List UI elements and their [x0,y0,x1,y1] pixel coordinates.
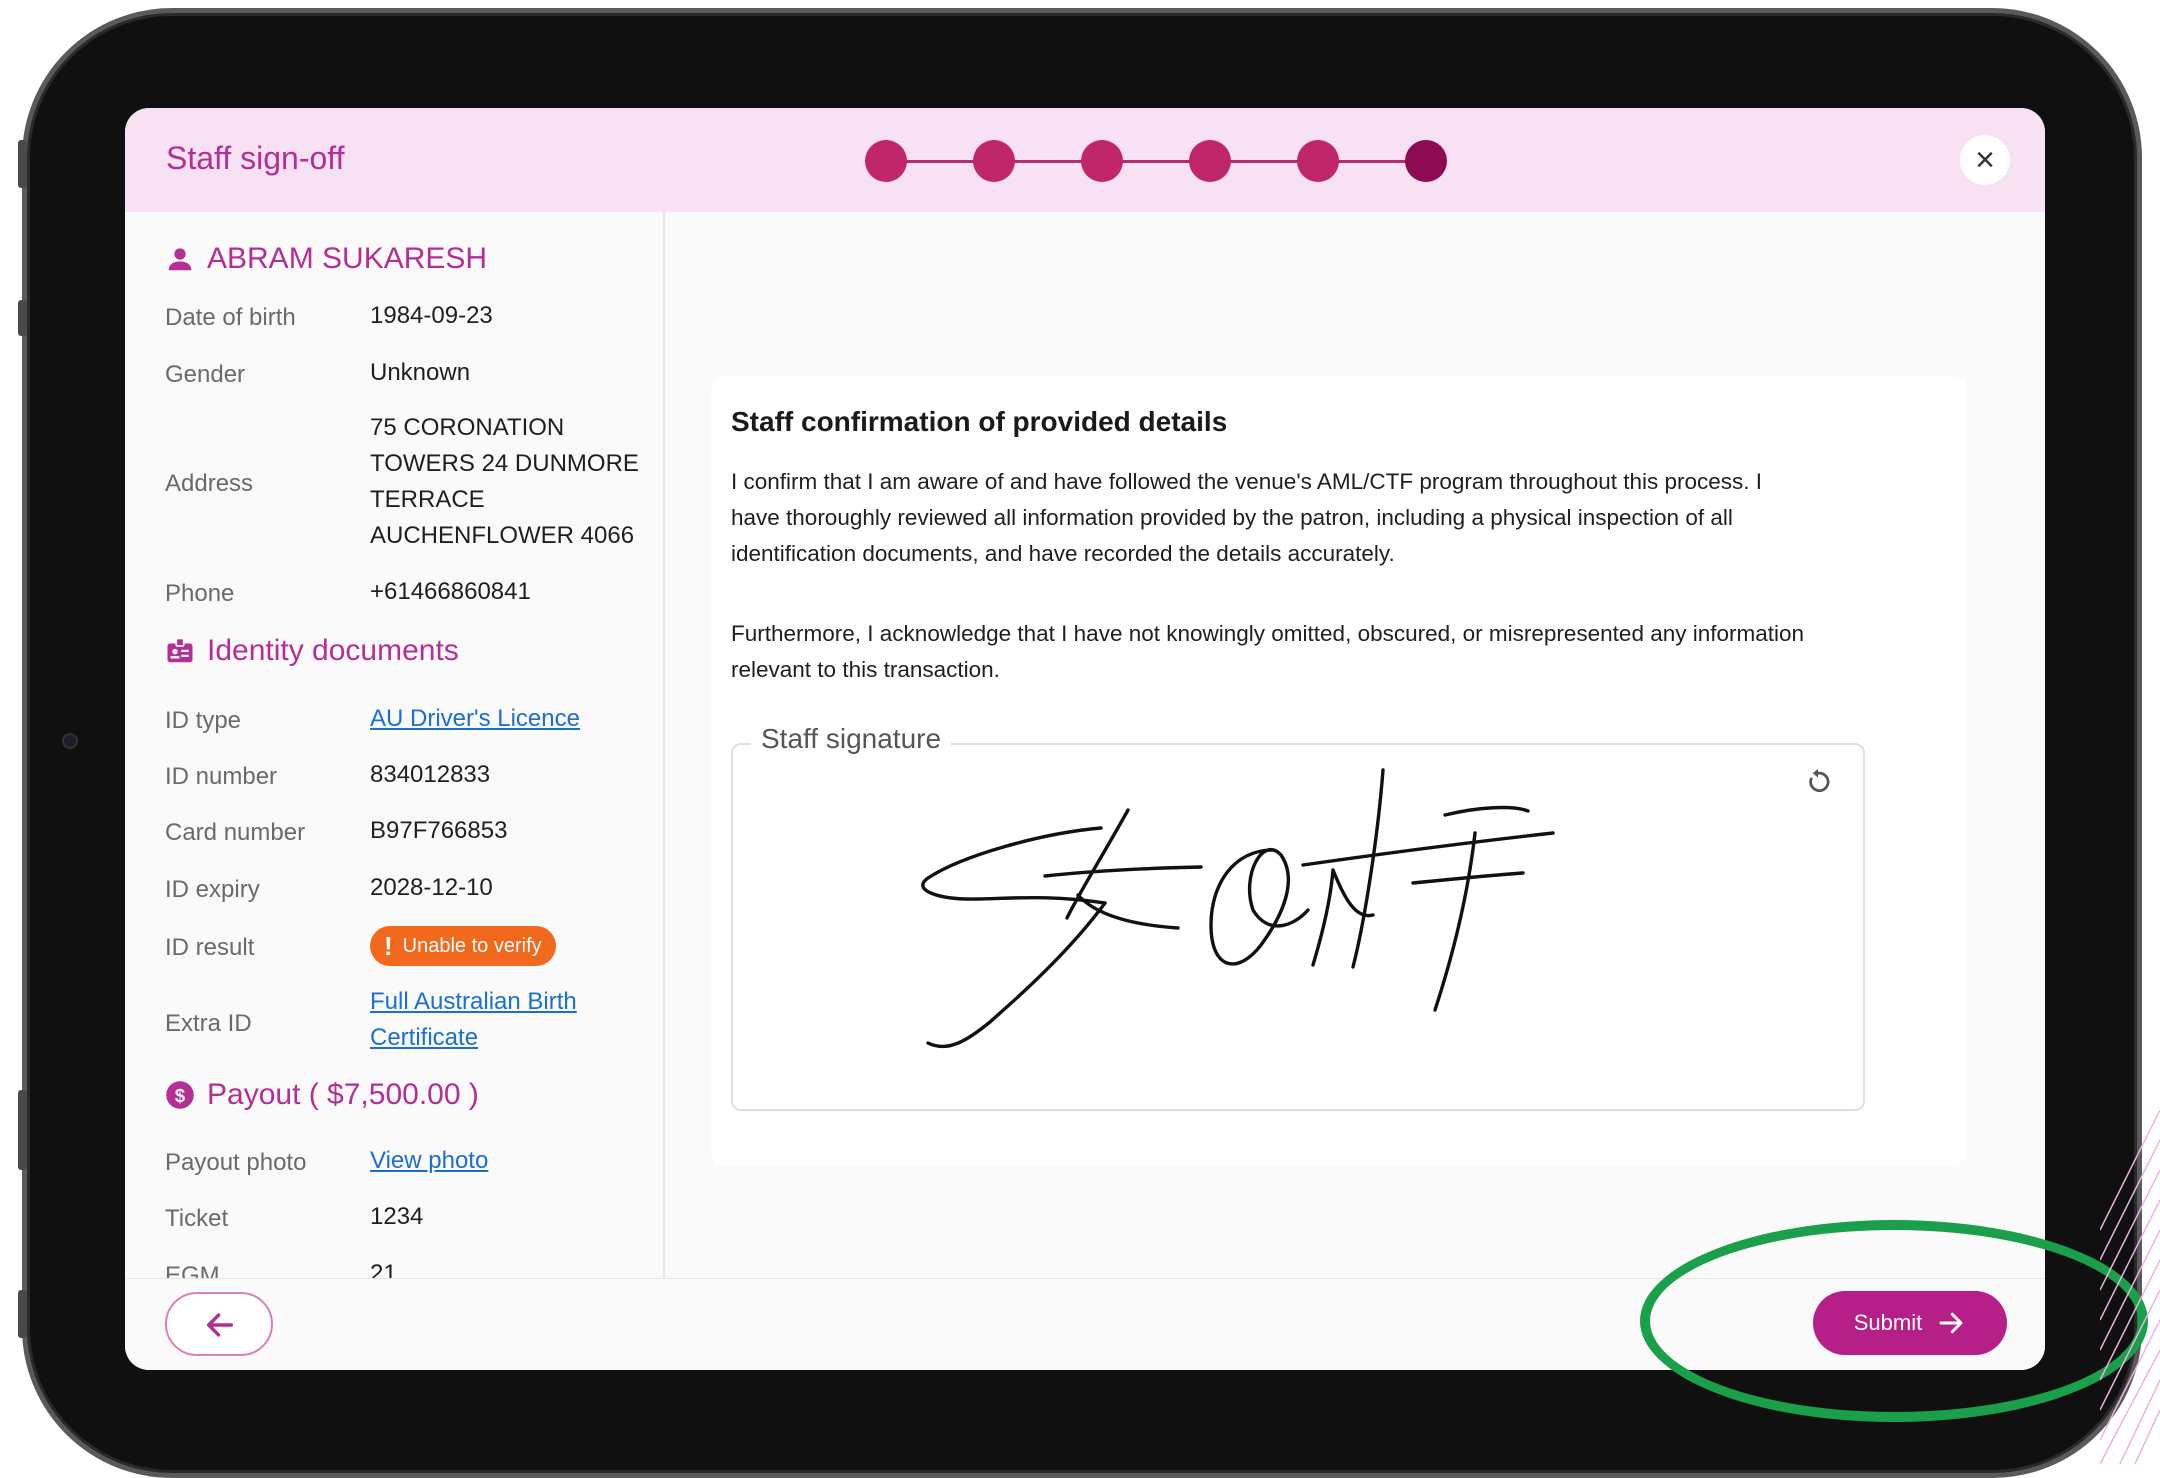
decorative-lines [2100,1110,2160,1464]
arrow-left-icon [206,1313,234,1337]
dollar-circle-icon: $ [166,1081,194,1109]
person-icon [168,248,192,271]
signature-drawing [921,768,1555,1049]
side-button [18,300,27,336]
step-progress [865,140,1447,182]
back-button[interactable] [165,1292,273,1356]
dob-label: Date of birth [165,304,296,331]
confirmation-paragraph-2: Furthermore, I acknowledge that I have n… [731,616,1961,688]
confirmation-title: Staff confirmation of provided details [731,406,1228,437]
dob-value: 1984-09-23 [370,302,493,329]
text-line: relevant to this transaction. [731,657,1000,682]
address-value: 75 CORONATION TOWERS 24 DUNMORE TERRACE … [370,410,639,554]
view-photo-link[interactable]: View photo [370,1143,488,1179]
svg-text:$: $ [175,1085,186,1106]
gender-value: Unknown [370,359,471,386]
confirmation-card: Staff confirmation of provided details I… [711,376,1967,1166]
step-5 [1297,140,1339,182]
phone-label: Phone [165,580,235,607]
address-line: TOWERS 24 DUNMORE [370,450,639,477]
page-title: Staff sign-off [166,140,345,176]
app-screen: Staff sign-off × ABRAM SUKARESH Date of … [125,108,2045,1370]
extra-id-line: Full Australian Birth [370,988,577,1015]
extra-id-line: Certificate [370,1024,479,1051]
phone-value: +61466860841 [370,578,531,605]
egm-label: EGM [165,1262,220,1278]
identity-heading: Identity documents [165,634,459,668]
close-icon: × [1975,141,1995,179]
modal-header: Staff sign-off × [125,108,2045,212]
card-number-value: B97F766853 [370,817,508,844]
confirmation-paragraph-1: I confirm that I am aware of and have fo… [731,464,1961,572]
payout-heading: $ Payout ( $7,500.00 ) [165,1078,479,1112]
step-3 [1081,140,1123,182]
ticket-label: Ticket [165,1205,229,1232]
id-type-label: ID type [165,707,242,734]
step-connector [885,160,1425,163]
text-line: have thoroughly reviewed all information… [731,505,1733,530]
id-expiry-value: 2028-12-10 [370,874,493,901]
submit-highlight-ring [1640,1220,2148,1422]
side-button [18,1090,27,1170]
front-camera [62,733,78,749]
close-button[interactable]: × [1960,135,2010,185]
status-badge: ! Unable to verify [370,926,556,966]
card-number-label: Card number [165,819,306,846]
text-line: I confirm that I am aware of and have fo… [731,469,1763,494]
address-line: AUCHENFLOWER 4066 [370,522,635,549]
id-expiry-label: ID expiry [165,876,260,903]
patron-name-heading: ABRAM SUKARESH [165,242,487,276]
gender-label: Gender [165,361,246,388]
payout-title: Payout ( $7,500.00 ) [207,1078,479,1111]
step-1 [865,140,907,182]
id-result-label: ID result [165,934,255,961]
step-6-current [1405,140,1447,182]
id-badge-icon [167,637,193,663]
details-panel: ABRAM SUKARESH Date of birth 1984-09-23 … [125,212,665,1278]
address-label: Address [165,470,254,497]
payout-photo-label: Payout photo [165,1149,307,1176]
id-number-value: 834012833 [370,761,491,788]
text-line: identification documents, and have recor… [731,541,1395,566]
signature-pad[interactable]: Staff signature [731,723,1865,1111]
step-2 [973,140,1015,182]
address-line: 75 CORONATION [370,414,565,441]
id-number-label: ID number [165,763,278,790]
egm-value: 21 [370,1260,397,1278]
side-button [18,1290,27,1338]
step-4 [1189,140,1231,182]
warning-icon: ! [384,930,393,961]
status-badge-text: Unable to verify [402,934,542,957]
side-button [18,140,27,188]
patron-name: ABRAM SUKARESH [207,242,488,275]
address-line: TERRACE [370,486,485,513]
identity-title: Identity documents [207,634,459,667]
id-type-link[interactable]: AU Driver's Licence [370,701,580,737]
ticket-value: 1234 [370,1203,424,1230]
extra-id-link[interactable]: Full Australian Birth Certificate [370,984,577,1056]
extra-id-label: Extra ID [165,1010,252,1037]
text-line: Furthermore, I acknowledge that I have n… [731,621,1805,646]
